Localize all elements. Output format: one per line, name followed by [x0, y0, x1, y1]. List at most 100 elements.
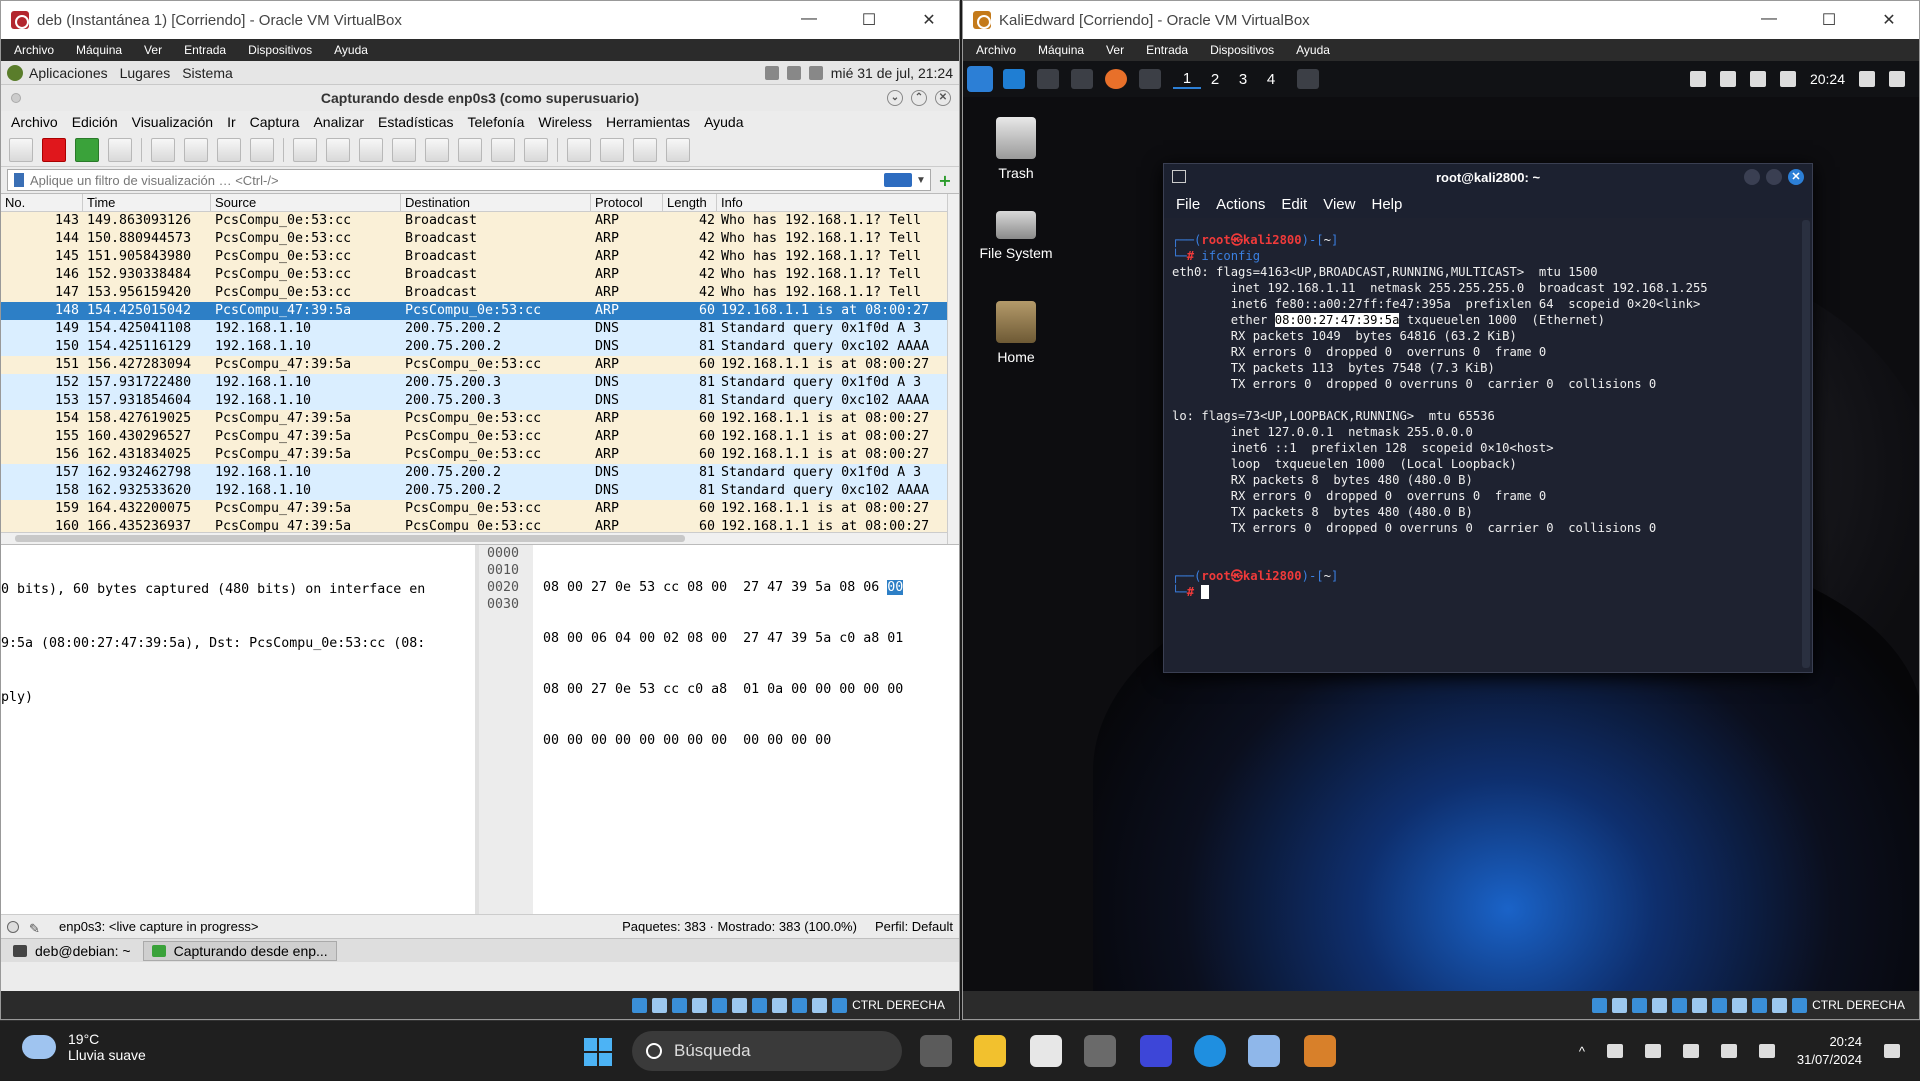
show-desktop-icon[interactable] — [1003, 69, 1025, 89]
cpu-icon[interactable] — [792, 997, 808, 1013]
chevron-down-icon[interactable]: ▼ — [916, 175, 926, 186]
maximize-button[interactable]: ☐ — [839, 10, 899, 30]
packet-row[interactable]: 151 156.427283094 PcsCompu_47:39:5a PcsComp… — [1, 356, 959, 374]
weather-widget[interactable]: 19°C Lluvia suave — [22, 1031, 146, 1063]
terminal-menu-help[interactable]: Help — [1371, 196, 1402, 213]
vm-menu-ayuda[interactable]: Ayuda — [1283, 43, 1339, 57]
maximize-button[interactable]: ☐ — [1799, 10, 1859, 30]
panel-menu-system[interactable]: Sistema — [182, 65, 233, 81]
workspace-3[interactable]: 3 — [1229, 71, 1257, 88]
zoom-out-icon[interactable] — [600, 137, 624, 162]
kali-menu-icon[interactable] — [967, 66, 993, 92]
edge-icon[interactable] — [1194, 1035, 1226, 1067]
optical-drive-icon[interactable] — [652, 997, 668, 1013]
packet-row[interactable]: 145 151.905843980 PcsCompu_0e:53:cc Broadca… — [1, 248, 959, 266]
app-icon[interactable] — [1084, 1035, 1116, 1067]
audio-icon[interactable] — [1632, 997, 1648, 1013]
display-icon[interactable] — [1712, 997, 1728, 1013]
menu-ir[interactable]: Ir — [227, 114, 236, 130]
minimize-icon[interactable]: ⌄ — [887, 90, 903, 106]
packet-list[interactable]: No. Time Source Destination Protocol Len… — [1, 193, 959, 544]
file-manager-icon[interactable] — [1037, 69, 1059, 89]
minimize-button[interactable]: — — [779, 10, 839, 30]
terminal-menu-actions[interactable]: Actions — [1216, 196, 1265, 213]
network-icon[interactable] — [786, 65, 801, 80]
desktop-icon-home[interactable]: Home — [971, 301, 1061, 365]
terminal-menu-file[interactable]: File — [1176, 196, 1200, 213]
save-file-icon[interactable] — [184, 137, 208, 162]
capture-options-icon[interactable] — [108, 137, 132, 162]
packet-list-hscrollbar[interactable] — [1, 532, 947, 544]
detail-line[interactable]: 0 bits), 60 bytes captured (480 bits) on… — [1, 581, 475, 599]
start-capture-icon[interactable] — [9, 137, 33, 162]
maximize-icon[interactable] — [1766, 169, 1782, 185]
close-button[interactable]: ✕ — [899, 10, 959, 30]
hdd-icon[interactable] — [632, 997, 648, 1013]
keyboard-icon[interactable] — [1792, 997, 1808, 1013]
column-header-source[interactable]: Source — [211, 194, 401, 211]
close-icon[interactable]: ✕ — [1788, 169, 1804, 185]
colorize-icon[interactable] — [524, 137, 548, 162]
close-icon[interactable]: ✕ — [935, 90, 951, 106]
file-explorer-icon[interactable] — [974, 1035, 1006, 1067]
hdd-icon[interactable] — [1592, 997, 1608, 1013]
taskbar-item-terminal[interactable]: deb@debian: ~ — [5, 941, 139, 961]
packet-row[interactable]: 156 162.431834025 PcsCompu_47:39:5a PcsComp… — [1, 446, 959, 464]
go-back-icon[interactable] — [326, 137, 350, 162]
audio-icon[interactable] — [672, 997, 688, 1013]
window-menu-icon[interactable] — [11, 93, 21, 103]
battery-icon[interactable] — [1779, 71, 1796, 87]
terminal-window[interactable]: root@kali2800: ~ ✕ File Actions Edit Vie… — [1163, 163, 1813, 673]
microsoft-store-icon[interactable] — [1030, 1035, 1062, 1067]
battery-icon[interactable] — [808, 65, 823, 80]
vm-menu-ayuda[interactable]: Ayuda — [321, 43, 377, 57]
cube-app-icon[interactable] — [1248, 1035, 1280, 1067]
column-header-length[interactable]: Length — [663, 194, 717, 211]
zoom-in-icon[interactable] — [567, 137, 591, 162]
power-icon[interactable] — [1889, 71, 1905, 87]
packet-row[interactable]: 154 158.427619025 PcsCompu_47:39:5a PcsComp… — [1, 410, 959, 428]
packet-row[interactable]: 153 157.931854604 192.168.1.10 200.75.200.3… — [1, 392, 959, 410]
open-file-icon[interactable] — [151, 137, 175, 162]
vm-menu-dispositivos[interactable]: Dispositivos — [1197, 43, 1283, 57]
minimize-button[interactable]: — — [1739, 10, 1799, 30]
selected-mac-address[interactable]: 08:00:27:47:39:5a — [1274, 313, 1400, 327]
notifications-icon[interactable] — [1884, 1044, 1900, 1058]
vm-menu-ver[interactable]: Ver — [131, 43, 171, 57]
vm-menu-entrada[interactable]: Entrada — [171, 43, 235, 57]
column-header-info[interactable]: Info — [717, 194, 959, 211]
volume-icon[interactable] — [1720, 1044, 1737, 1058]
vm-menu-archivo[interactable]: Archivo — [1, 43, 63, 57]
packet-row[interactable]: 158 162.932533620 192.168.1.10 200.75.200.2… — [1, 482, 959, 500]
packet-row[interactable]: 143 149.863093126 PcsCompu_0e:53:cc Broadca… — [1, 212, 959, 230]
recording-icon[interactable] — [772, 997, 788, 1013]
lock-icon[interactable] — [1859, 71, 1875, 87]
desktop-icon-trash[interactable]: Trash — [971, 117, 1061, 181]
display-icon[interactable] — [752, 997, 768, 1013]
packet-row[interactable]: 155 160.430296527 PcsCompu_47:39:5a PcsComp… — [1, 428, 959, 446]
vm-menu-ver[interactable]: Ver — [1093, 43, 1133, 57]
go-forward-icon[interactable] — [359, 137, 383, 162]
byte-hex-line[interactable]: 08 00 27 0e 53 cc c0 a8 01 0a 00 00 00 0… — [543, 682, 903, 697]
vm-menu-maquina[interactable]: Máquina — [63, 43, 131, 57]
workspace-2[interactable]: 2 — [1201, 71, 1229, 88]
packet-details[interactable]: 0 bits), 60 bytes captured (480 bits) on… — [1, 545, 479, 914]
menu-analizar[interactable]: Analizar — [313, 114, 364, 130]
packet-row[interactable]: 152 157.931722480 192.168.1.10 200.75.200.3… — [1, 374, 959, 392]
first-packet-icon[interactable] — [425, 137, 449, 162]
column-header-protocol[interactable]: Protocol — [591, 194, 663, 211]
optical-drive-icon[interactable] — [1612, 997, 1628, 1013]
workspace-4[interactable]: 4 — [1257, 71, 1285, 88]
keyboard-icon[interactable] — [832, 997, 848, 1013]
column-header-time[interactable]: Time — [83, 194, 211, 211]
menu-ayuda[interactable]: Ayuda — [704, 114, 743, 130]
packet-row[interactable]: 157 162.932462798 192.168.1.10 200.75.200.2… — [1, 464, 959, 482]
menu-herramientas[interactable]: Herramientas — [606, 114, 690, 130]
terminal-menu-edit[interactable]: Edit — [1281, 196, 1307, 213]
stop-capture-icon[interactable] — [42, 137, 66, 162]
resize-columns-icon[interactable] — [666, 137, 690, 162]
app-icon[interactable] — [1140, 1035, 1172, 1067]
add-filter-button-icon[interactable]: + — [937, 171, 953, 190]
last-packet-icon[interactable] — [458, 137, 482, 162]
menu-visualizacion[interactable]: Visualización — [132, 114, 213, 130]
